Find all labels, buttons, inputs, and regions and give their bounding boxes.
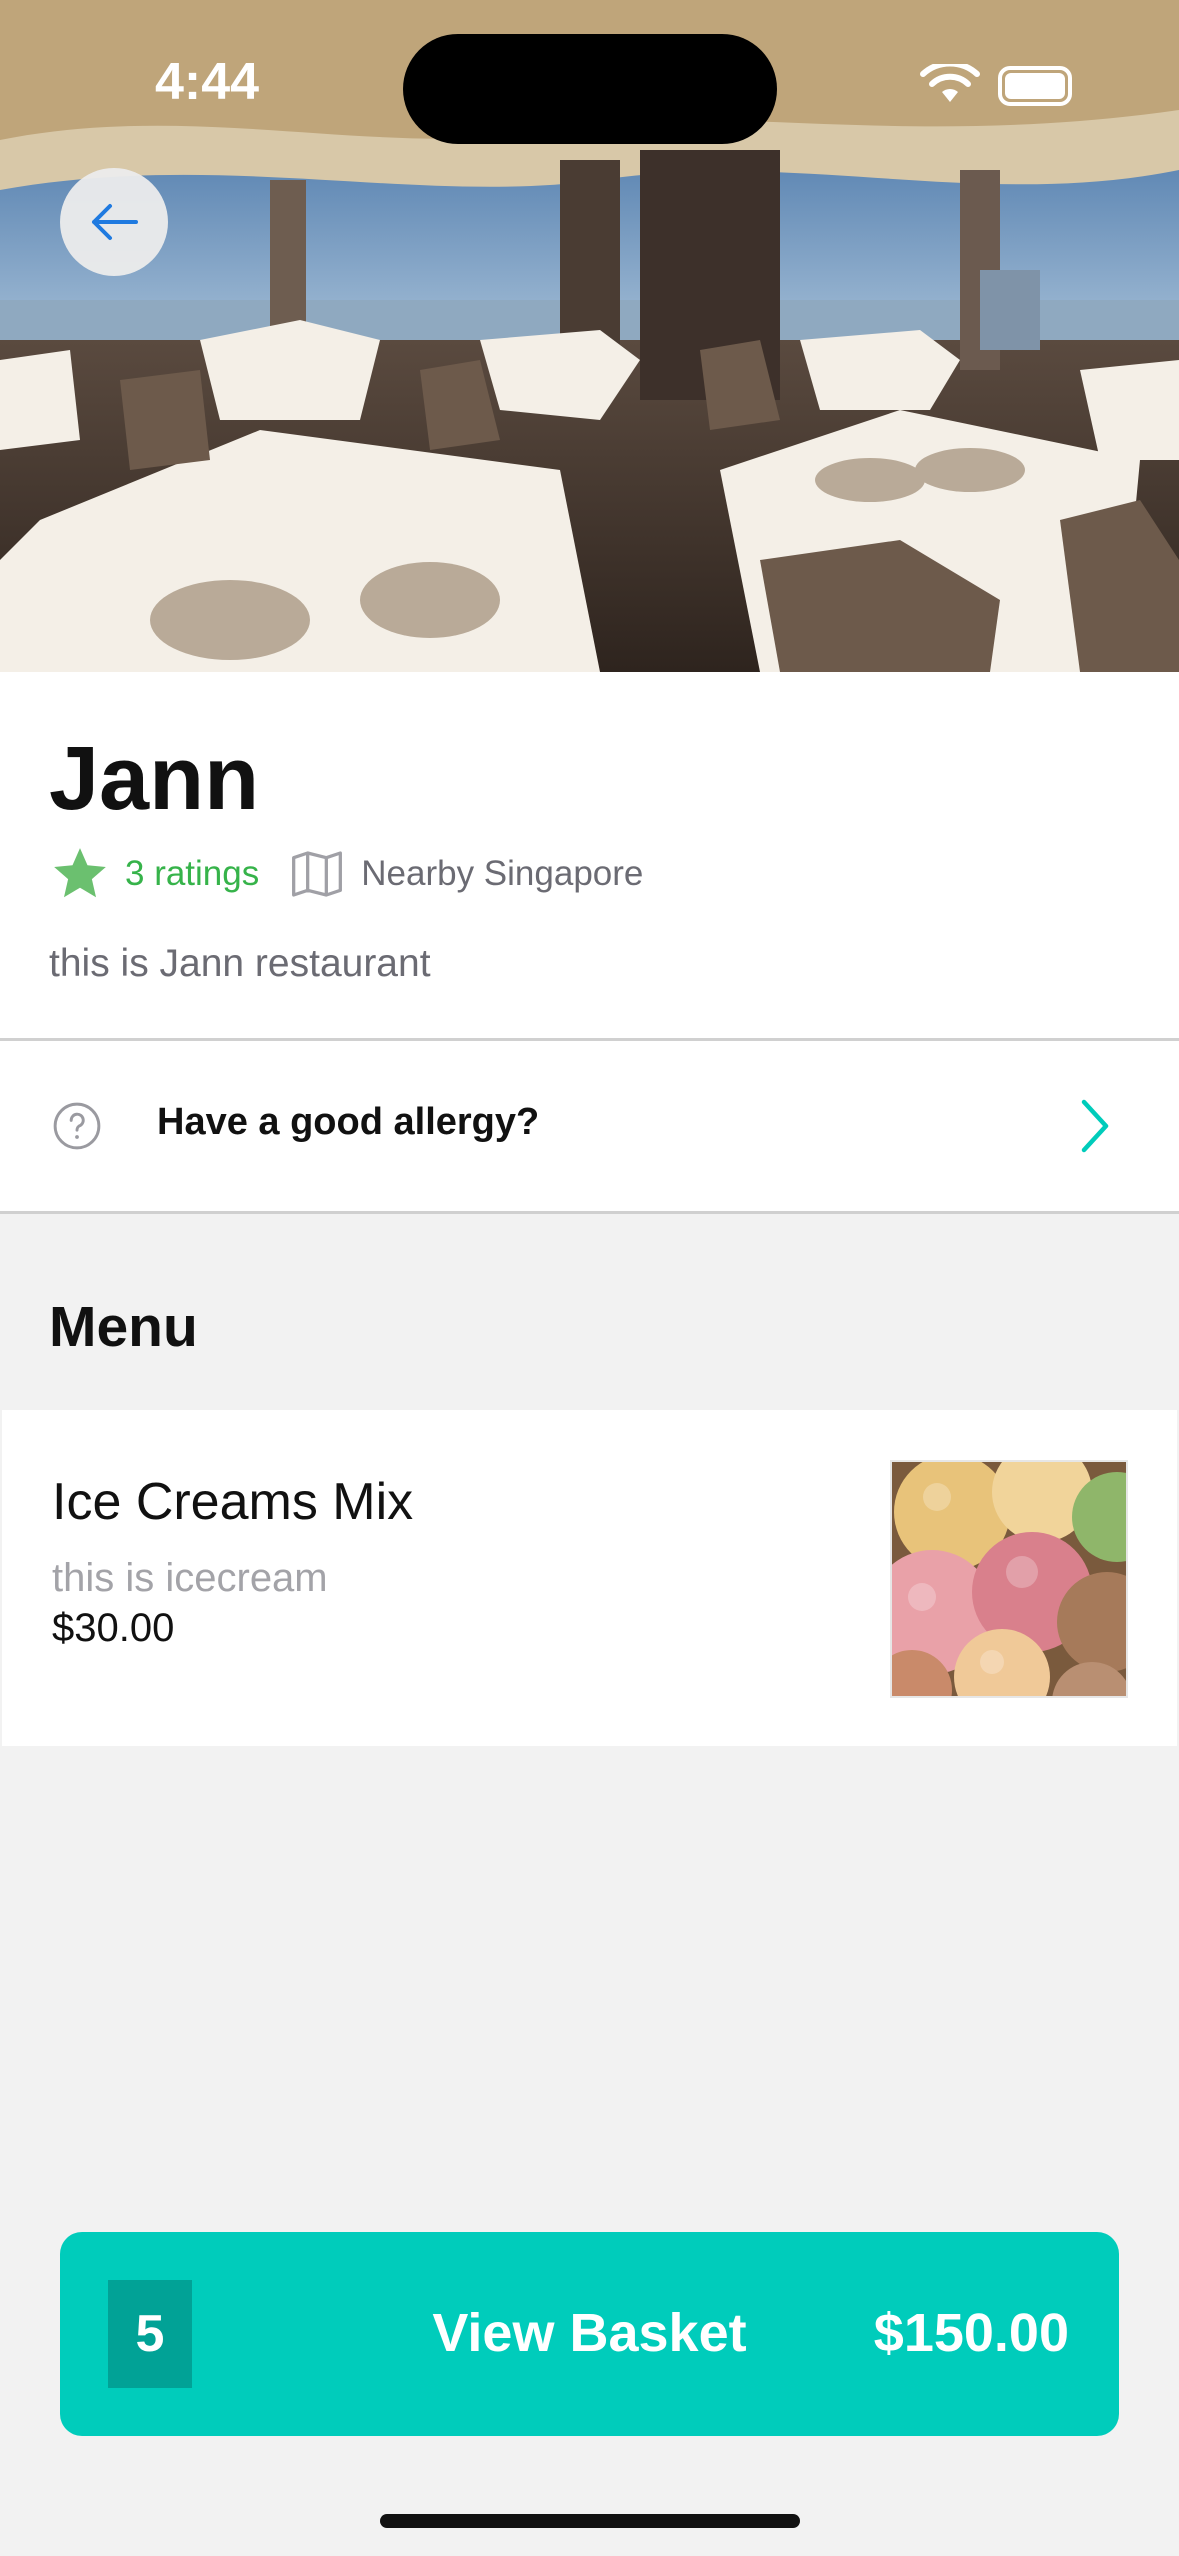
question-circle-icon	[53, 1102, 101, 1150]
chevron-right-icon	[1081, 1099, 1109, 1153]
allergy-label: Have a good allergy?	[157, 1101, 540, 1143]
restaurant-meta: 3 ratings Nearby Singapore	[49, 844, 643, 904]
restaurant-description: this is Jann restaurant	[49, 942, 431, 985]
divider	[0, 1211, 1179, 1214]
dynamic-island	[403, 34, 777, 144]
menu-item[interactable]: Ice Creams Mix this is icecream $30.00	[2, 1410, 1177, 1746]
menu-item-price: $30.00	[52, 1606, 175, 1650]
hero-image: 4:44	[0, 0, 1179, 672]
home-indicator[interactable]	[380, 2514, 800, 2528]
status-time: 4:44	[155, 53, 260, 111]
view-basket-button[interactable]: 5 View Basket $150.00	[60, 2232, 1119, 2436]
menu-item-description: this is icecream	[52, 1556, 328, 1600]
map-icon	[292, 851, 343, 897]
allergy-row[interactable]: Have a good allergy?	[0, 1041, 1179, 1211]
location-label: Nearby Singapore	[361, 854, 644, 893]
ratings-count[interactable]: 3 ratings	[125, 854, 259, 894]
restaurant-info: Jann 3 ratings Nearby Singapore this is …	[0, 672, 1179, 1040]
restaurant-name: Jann	[49, 729, 260, 829]
battery-icon	[998, 66, 1072, 106]
wifi-icon	[920, 64, 980, 102]
back-button[interactable]	[60, 168, 168, 276]
basket-total: $150.00	[873, 2303, 1069, 2363]
menu-heading: Menu	[49, 1295, 198, 1359]
status-bar: 4:44	[0, 0, 1179, 160]
menu-item-image	[890, 1460, 1128, 1698]
ice-cream-photo	[892, 1462, 1126, 1696]
menu-item-name: Ice Creams Mix	[52, 1473, 414, 1531]
star-icon	[54, 848, 106, 898]
back-arrow-icon	[92, 204, 138, 240]
